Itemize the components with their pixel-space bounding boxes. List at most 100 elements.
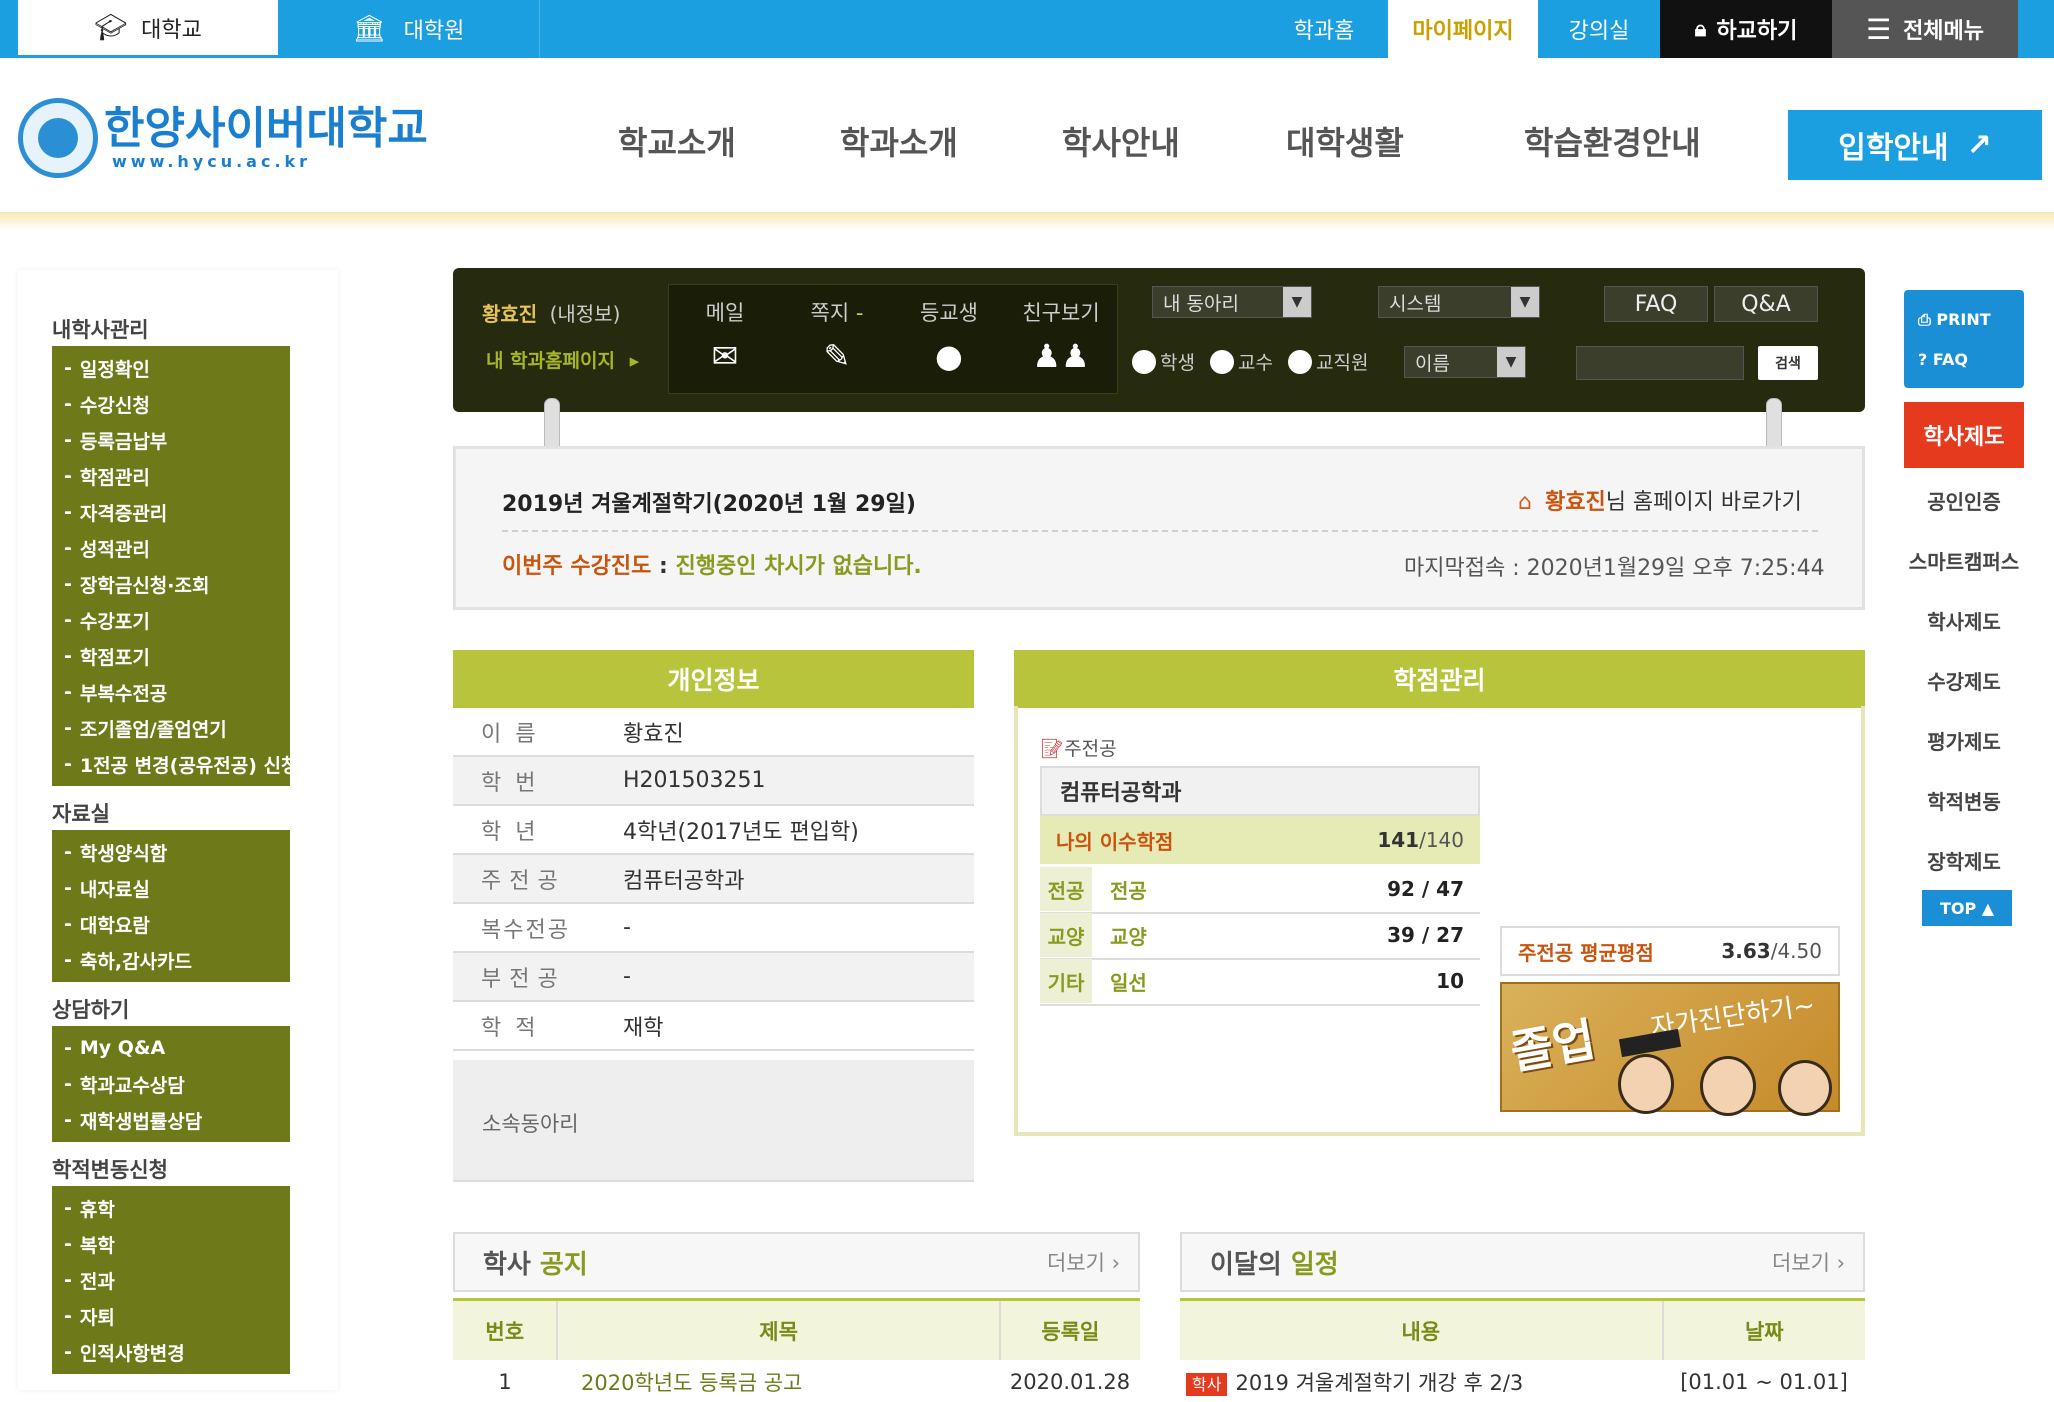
print-button[interactable]: ⎙ PRINT bbox=[1918, 310, 1991, 330]
sidebar-item[interactable]: 전과 bbox=[52, 1262, 290, 1298]
club-select[interactable]: 내 동아리 ▼ bbox=[1152, 286, 1312, 318]
all-menu-button[interactable]: ☰ 전체메뉴 bbox=[1832, 0, 2018, 58]
user-info-suffix: (내정보) bbox=[549, 302, 621, 326]
quick-item[interactable]: 장학제도 bbox=[1904, 846, 2024, 875]
member-search-input[interactable] bbox=[1576, 346, 1744, 380]
sidebar-item[interactable]: 1전공 변경(공유전공) 신청 bbox=[52, 746, 290, 782]
nav-about-depts[interactable]: 학과소개 bbox=[840, 118, 958, 164]
schedule-date: [01.01 ~ 01.01] bbox=[1680, 1370, 1848, 1394]
arrow-circle-icon: ▸ bbox=[629, 350, 640, 372]
sidebar-item[interactable]: 학생양식함 bbox=[52, 834, 290, 870]
info-row: 부전공 - bbox=[453, 953, 974, 1002]
nav-campus-life[interactable]: 대학생활 bbox=[1286, 118, 1404, 164]
sidebar-item[interactable]: 학점포기 bbox=[52, 638, 290, 674]
house-icon: ⌂ bbox=[1518, 490, 1532, 515]
quick-item[interactable]: 수강제도 bbox=[1904, 666, 2024, 695]
sidebar-item[interactable]: 수강신청 bbox=[52, 386, 290, 422]
info-row: 학적 재학 bbox=[453, 1002, 974, 1051]
person-icon: ● bbox=[935, 337, 963, 375]
sidebar-item[interactable]: 재학생법률상담 bbox=[52, 1102, 290, 1138]
radio-circle bbox=[1288, 349, 1312, 374]
my-dept-home-link[interactable]: 내 학과홈페이지 ▸ bbox=[486, 346, 639, 373]
sidebar-item[interactable]: 자퇴 bbox=[52, 1298, 290, 1334]
info-value: 컴퓨터공학과 bbox=[623, 868, 745, 894]
notice-more-link[interactable]: 더보기 › bbox=[1047, 1247, 1120, 1277]
qna-button[interactable]: Q&A bbox=[1714, 286, 1818, 322]
system-select[interactable]: 시스템 ▼ bbox=[1378, 286, 1540, 318]
sidebar-item[interactable]: 성적관리 bbox=[52, 530, 290, 566]
mail-button[interactable]: 메일 ✉ bbox=[669, 285, 781, 395]
credit-tag: 교양 bbox=[1040, 913, 1092, 957]
sidebar-menu-resources: 학생양식함 내자료실 대학요람 축하,감사카드 bbox=[52, 830, 290, 982]
sidebar-item[interactable]: 수강포기 bbox=[52, 602, 290, 638]
schedule-more-link[interactable]: 더보기 › bbox=[1772, 1247, 1845, 1277]
semester-info-bar bbox=[453, 446, 1865, 610]
graduate-tab[interactable]: 🏛︎ 대학원 bbox=[278, 0, 540, 58]
sidebar-item[interactable]: 축하,감사카드 bbox=[52, 942, 290, 978]
faq-quick-button[interactable]: ? FAQ bbox=[1918, 350, 1968, 369]
university-tab[interactable]: 🎓︎ 대학교 bbox=[18, 0, 278, 58]
sidebar-item[interactable]: 학과교수상담 bbox=[52, 1066, 290, 1102]
nav-learning-env[interactable]: 학습환경안내 bbox=[1524, 118, 1701, 164]
sidebar-section-title: 학적변동신청 bbox=[52, 1158, 168, 1182]
sidebar-item[interactable]: 대학요람 bbox=[52, 906, 290, 942]
total-credits-row: 나의 이수학점 141/140 bbox=[1040, 816, 1480, 864]
col-date: 등록일 bbox=[1041, 1319, 1100, 1344]
quick-academic-system[interactable]: 학사제도 bbox=[1904, 402, 2024, 468]
all-menu-label: 전체메뉴 bbox=[1903, 19, 1985, 44]
chevron-down-icon: ▼ bbox=[1511, 287, 1539, 317]
logo-title[interactable]: 한양사이버대학교 bbox=[104, 92, 428, 156]
monthly-schedule-header: 이달의 일정 더보기 › bbox=[1180, 1232, 1865, 1292]
search-button[interactable]: 검색 bbox=[1758, 346, 1818, 380]
search-type-select[interactable]: 이름 ▼ bbox=[1404, 346, 1526, 378]
friends-button[interactable]: 친구보기 ♟♟ bbox=[1005, 285, 1117, 395]
sidebar-item[interactable]: 부복수전공 bbox=[52, 674, 290, 710]
sidebar-item[interactable]: 장학금신청·조회 bbox=[52, 566, 290, 602]
user-name-link[interactable]: 황효진 (내정보) bbox=[482, 298, 620, 327]
sidebar-item[interactable]: 일정확인 bbox=[52, 350, 290, 386]
scroll-top-button[interactable]: TOP ▲ bbox=[1922, 890, 2012, 926]
search-type-value: 이름 bbox=[1415, 352, 1450, 375]
radio-staff[interactable]: 교직원 bbox=[1288, 348, 1368, 375]
sidebar-item[interactable]: 휴학 bbox=[52, 1190, 290, 1226]
nav-about-school[interactable]: 학교소개 bbox=[618, 118, 736, 164]
header-divider bbox=[0, 212, 2054, 230]
schedule-content[interactable]: 2019 겨울계절학기 개강 후 2/3 bbox=[1235, 1371, 1523, 1395]
logout-button[interactable]: 🔒︎ 하교하기 bbox=[1660, 0, 1832, 58]
notice-row[interactable]: 1 2020학년도 등록금 공고 2020.01.28 bbox=[453, 1362, 1140, 1402]
dept-home-link[interactable]: 학과홈 bbox=[1260, 0, 1388, 58]
col-content: 내용 bbox=[1180, 1301, 1664, 1360]
nav-academic-guide[interactable]: 학사안내 bbox=[1062, 118, 1180, 164]
sidebar-item[interactable]: 등록금납부 bbox=[52, 422, 290, 458]
faq-button[interactable]: FAQ bbox=[1604, 286, 1708, 322]
quick-item[interactable]: 학사제도 bbox=[1904, 606, 2024, 635]
quick-item[interactable]: 평가제도 bbox=[1904, 726, 2024, 755]
classroom-link[interactable]: 강의실 bbox=[1538, 0, 1660, 58]
quick-item[interactable]: 학적변동 bbox=[1904, 786, 2024, 815]
sidebar-item[interactable]: 인적사항변경 bbox=[52, 1334, 290, 1370]
radio-student[interactable]: 학생 bbox=[1132, 348, 1195, 375]
quick-item[interactable]: 공인인증 bbox=[1904, 486, 2024, 515]
sidebar-item[interactable]: 내자료실 bbox=[52, 870, 290, 906]
admission-button[interactable]: 입학안내 ↗ bbox=[1788, 110, 2042, 180]
notice-row-title[interactable]: 2020학년도 등록금 공고 bbox=[557, 1367, 1000, 1397]
gpa-label: 주전공 평균평점 bbox=[1518, 940, 1654, 965]
personal-home-link[interactable]: ⌂ 황효진님 홈페이지 바로가기 bbox=[1518, 484, 1802, 516]
schedule-row[interactable]: 학사 2019 겨울계절학기 개강 후 2/3 [01.01 ~ 01.01] bbox=[1180, 1362, 1865, 1402]
info-row: 이름 황효진 bbox=[453, 708, 974, 757]
quick-item[interactable]: 스마트캠퍼스 bbox=[1904, 546, 2024, 575]
sidebar-section-title: 상담하기 bbox=[52, 998, 130, 1022]
mypage-link[interactable]: 마이페이지 bbox=[1388, 0, 1538, 58]
university-tab-label: 대학교 bbox=[141, 17, 202, 43]
total-credits-max: /140 bbox=[1419, 828, 1464, 852]
sidebar-item[interactable]: 조기졸업/졸업연기 bbox=[52, 710, 290, 746]
sidebar-item[interactable]: 자격증관리 bbox=[52, 494, 290, 530]
sidebar-item[interactable]: 복학 bbox=[52, 1226, 290, 1262]
sidebar-item[interactable]: My Q&A bbox=[52, 1030, 290, 1066]
building-icon: 🏛︎ bbox=[352, 14, 386, 44]
sidebar-item[interactable]: 학점관리 bbox=[52, 458, 290, 494]
radio-professor[interactable]: 교수 bbox=[1210, 348, 1273, 375]
memo-button[interactable]: 쪽지 - ✎ bbox=[781, 285, 893, 395]
students-online-button[interactable]: 등교생 ● bbox=[893, 285, 1005, 395]
hamburger-icon: ☰ bbox=[1865, 12, 1892, 46]
